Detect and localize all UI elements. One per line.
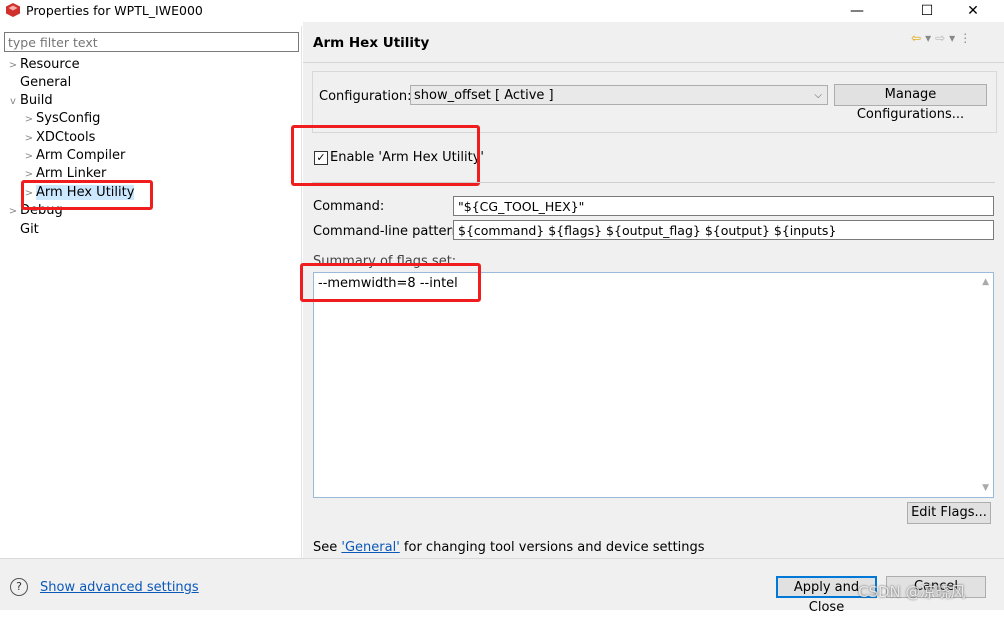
view-menu-icon[interactable]: ⋮ bbox=[959, 31, 971, 45]
chevron-right-icon[interactable]: > bbox=[6, 203, 20, 221]
back-dropdown-icon[interactable]: ▾ bbox=[925, 31, 931, 45]
configuration-group: Configuration: show_offset [ Active ] ⌵ … bbox=[312, 71, 997, 133]
page-title: Arm Hex Utility bbox=[313, 35, 430, 51]
pattern-field[interactable]: ${command} ${flags} ${output_flag} ${out… bbox=[453, 220, 994, 240]
manage-configurations-button[interactable]: Manage Configurations... bbox=[834, 84, 987, 122]
highlight-box-enable bbox=[291, 125, 480, 186]
section-separator bbox=[312, 182, 995, 183]
summary-textarea[interactable]: --memwidth=8 --intel ▲ ▼ bbox=[313, 272, 994, 498]
nav-toolbar: ⇦ ▾ ⇨ ▾ ⋮ bbox=[911, 31, 971, 45]
forward-arrow-icon[interactable]: ⇨ bbox=[935, 31, 945, 45]
tree-item-resource[interactable]: > Resource bbox=[6, 56, 80, 74]
configuration-select[interactable]: show_offset [ Active ] ⌵ bbox=[410, 85, 828, 105]
highlight-box-summary bbox=[300, 263, 481, 302]
general-note: See 'General' for changing tool versions… bbox=[313, 540, 705, 555]
forward-dropdown-icon[interactable]: ▾ bbox=[949, 31, 955, 45]
properties-page: Arm Hex Utility ⇦ ▾ ⇨ ▾ ⋮ Configuration:… bbox=[291, 22, 1004, 558]
app-icon bbox=[6, 3, 20, 17]
command-field[interactable]: "${CG_TOOL_HEX}" bbox=[453, 196, 994, 216]
close-button[interactable]: ✕ bbox=[950, 0, 996, 22]
dialog-footer: ? Show advanced settings Apply and Close… bbox=[0, 558, 1004, 615]
chevron-right-icon[interactable]: > bbox=[6, 57, 20, 75]
watermark: CSDN @凉晓风 bbox=[858, 583, 966, 601]
show-advanced-settings-link[interactable]: Show advanced settings bbox=[40, 580, 199, 595]
tree-item-build[interactable]: v Build bbox=[6, 92, 53, 110]
pattern-label: Command-line pattern: bbox=[313, 224, 465, 239]
edit-flags-button[interactable]: Edit Flags... bbox=[907, 502, 991, 524]
filter-input[interactable] bbox=[4, 32, 299, 52]
highlight-box-tree bbox=[21, 180, 153, 210]
chevron-right-icon[interactable]: > bbox=[22, 130, 36, 148]
window-title: Properties for WPTL_IWE000 bbox=[26, 3, 203, 18]
back-arrow-icon[interactable]: ⇦ bbox=[911, 31, 921, 45]
tree-item-xdctools[interactable]: > XDCtools bbox=[22, 129, 96, 148]
general-link[interactable]: 'General' bbox=[341, 540, 399, 555]
tree-item-git[interactable]: Git bbox=[20, 221, 39, 239]
chevron-down-icon[interactable]: v bbox=[6, 93, 20, 111]
command-label: Command: bbox=[313, 199, 385, 214]
chevron-down-icon: ⌵ bbox=[814, 90, 822, 101]
minimize-button[interactable]: — bbox=[834, 0, 880, 22]
help-icon[interactable]: ? bbox=[10, 578, 28, 596]
header-separator bbox=[303, 62, 1004, 63]
tree-item-arm-compiler[interactable]: > Arm Compiler bbox=[22, 147, 126, 166]
tree-item-sysconfig[interactable]: > SysConfig bbox=[22, 110, 101, 129]
chevron-right-icon[interactable]: > bbox=[22, 111, 36, 129]
tree-item-general[interactable]: General bbox=[20, 74, 71, 92]
configuration-label: Configuration: bbox=[319, 89, 412, 104]
chevron-right-icon[interactable]: > bbox=[22, 148, 36, 166]
scroll-down-icon[interactable]: ▼ bbox=[982, 483, 989, 493]
scroll-up-icon[interactable]: ▲ bbox=[982, 277, 989, 287]
maximize-button[interactable]: ☐ bbox=[904, 0, 950, 22]
title-bar: Properties for WPTL_IWE000 — ☐ ✕ bbox=[0, 0, 1004, 22]
left-tree-panel: >Resource General vBuild >SysConfig >XDC… bbox=[0, 26, 302, 558]
